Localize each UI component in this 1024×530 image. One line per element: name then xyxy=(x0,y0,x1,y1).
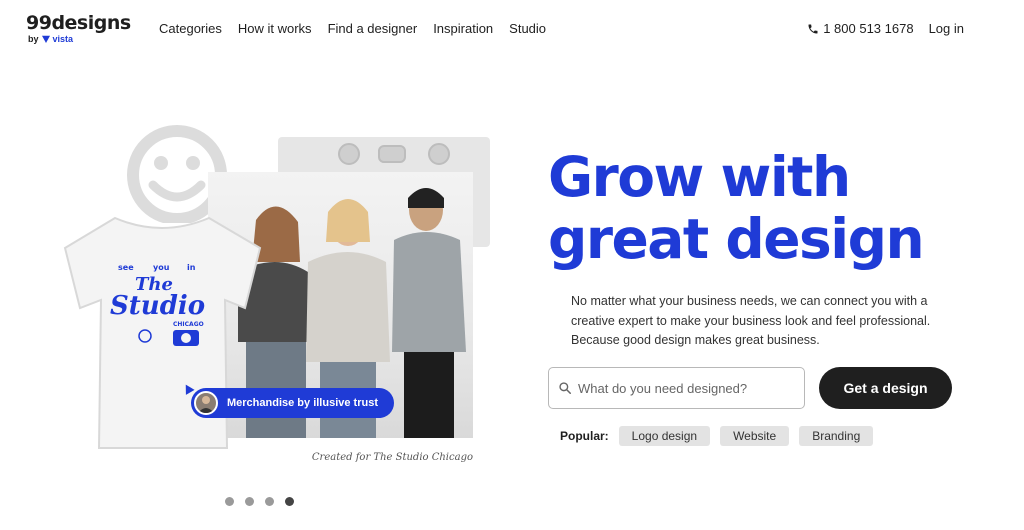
logo-vista-text: vista xyxy=(52,34,74,44)
tshirt-image: see you in The Studio CHICAGO xyxy=(63,216,262,449)
hero-headline: Grow with great design xyxy=(548,145,925,271)
camera-knob xyxy=(428,143,450,165)
carousel-dot-4[interactable] xyxy=(285,497,294,506)
header-right: 1 800 513 1678 Log in xyxy=(807,21,964,36)
nav-item-inspiration[interactable]: Inspiration xyxy=(433,21,493,36)
vista-mark-icon xyxy=(41,35,50,43)
hero-subtext: No matter what your business needs, we c… xyxy=(571,294,931,347)
nav-item-find-a-designer[interactable]: Find a designer xyxy=(328,21,418,36)
avatar-person-icon xyxy=(198,396,214,413)
tshirt-word-you: you xyxy=(153,263,170,272)
logo[interactable]: 99designs by vista xyxy=(26,12,131,48)
carousel-dot-3[interactable] xyxy=(265,497,274,506)
tshirt-title-studio: Studio xyxy=(110,291,205,321)
carousel-dot-2[interactable] xyxy=(245,497,254,506)
tshirt-word-in: in xyxy=(187,263,196,272)
nav-item-studio[interactable]: Studio xyxy=(509,21,546,36)
hero-headline-line-2: great design xyxy=(548,207,925,271)
phone-link[interactable]: 1 800 513 1678 xyxy=(807,21,914,36)
logo-byline: by vista xyxy=(26,34,126,44)
search-input[interactable] xyxy=(578,380,798,396)
carousel-dot-1[interactable] xyxy=(225,497,234,506)
nav-item-categories[interactable]: Categories xyxy=(159,21,222,36)
login-link[interactable]: Log in xyxy=(929,21,964,36)
tshirt-city: CHICAGO xyxy=(173,321,204,328)
phone-number: 1 800 513 1678 xyxy=(823,21,914,36)
get-a-design-button[interactable]: Get a design xyxy=(819,367,952,409)
popular-searches: Popular: Logo design Website Branding xyxy=(560,426,874,446)
search-box[interactable] xyxy=(548,367,805,409)
popular-label: Popular: xyxy=(560,429,609,443)
hero-showcase: see you in The Studio CHICAGO Merchandis… xyxy=(55,120,495,506)
camera-dial xyxy=(338,143,360,165)
nav-item-how-it-works[interactable]: How it works xyxy=(238,21,312,36)
hero-headline-line-1: Grow with xyxy=(548,145,851,209)
site-header: 99designs by vista Categories How it wor… xyxy=(0,0,1024,60)
search-icon xyxy=(559,382,572,395)
main-nav: Categories How it works Find a designer … xyxy=(159,21,546,36)
popular-chip-website[interactable]: Website xyxy=(720,426,790,446)
designer-avatar xyxy=(194,391,218,415)
showcase-caption: Created for The Studio Chicago xyxy=(311,452,473,463)
designer-badge[interactable]: Merchandise by illusive trust xyxy=(191,388,394,418)
tshirt-word-see: see xyxy=(118,263,134,272)
popular-chip-logo-design[interactable]: Logo design xyxy=(618,426,711,446)
logo-by-text: by xyxy=(28,34,39,44)
popular-chip-branding[interactable]: Branding xyxy=(799,426,874,446)
carousel-dots xyxy=(225,497,294,506)
camera-viewfinder xyxy=(378,145,406,163)
phone-icon xyxy=(808,24,818,33)
logo-text: 99designs xyxy=(26,12,131,34)
designer-badge-text: Merchandise by illusive trust xyxy=(227,397,378,409)
